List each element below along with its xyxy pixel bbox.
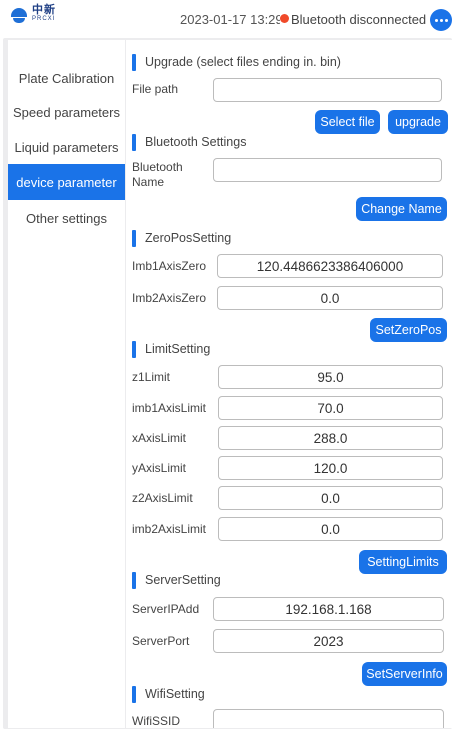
sidebar-item-speed-parameters[interactable]: Speed parameters <box>8 94 125 130</box>
logo-cn-text: 中新 <box>32 4 56 16</box>
imb1-axis-limit-label: imb1AxisLimit <box>132 401 207 415</box>
section-marker-icon <box>132 685 136 703</box>
server-port-input[interactable]: 2023 <box>213 629 444 653</box>
x-axis-limit-label: xAxisLimit <box>132 431 187 445</box>
change-name-button[interactable]: Change Name <box>356 197 447 221</box>
imb2-axis-zero-label: Imb2AxisZero <box>132 291 207 305</box>
logo-icon <box>10 6 28 24</box>
set-zero-pos-button[interactable]: SetZeroPos <box>370 318 447 342</box>
sidebar-item-liquid-parameters[interactable]: Liquid parameters <box>8 129 125 165</box>
imb1-axis-limit-input[interactable]: 70.0 <box>218 396 443 420</box>
z1-limit-label: z1Limit <box>132 370 171 384</box>
section-marker-icon <box>132 133 136 151</box>
wifi-ssid-label: WifiSSID <box>132 714 180 728</box>
bluetooth-section-title: Bluetooth Settings <box>145 135 247 149</box>
imb2-axis-limit-label: imb2AxisLimit <box>132 522 207 536</box>
select-file-button[interactable]: Select file <box>315 110 380 134</box>
top-status-bar: 中新 PRCXI 2023-01-17 13:29:3 Bluetooth di… <box>0 0 455 34</box>
app-logo: 中新 PRCXI <box>10 4 56 24</box>
z2-axis-limit-label: z2AxisLimit <box>132 491 193 505</box>
sidebar-item-other-settings[interactable]: Other settings <box>8 200 125 236</box>
sidebar-item-device-parameter[interactable]: device parameter <box>8 164 125 200</box>
setting-limits-button[interactable]: SettingLimits <box>359 550 447 574</box>
bluetooth-name-label-line1: Bluetooth <box>132 160 183 174</box>
section-marker-icon <box>132 53 136 71</box>
x-axis-limit-input[interactable]: 288.0 <box>218 426 443 450</box>
wifi-section-title: WifiSetting <box>145 687 205 701</box>
server-port-label: ServerPort <box>132 634 190 648</box>
upgrade-button[interactable]: upgrade <box>388 110 448 134</box>
imb2-axis-limit-input[interactable]: 0.0 <box>218 517 443 541</box>
wifi-section-header: WifiSetting <box>132 684 205 704</box>
file-path-input[interactable] <box>213 78 442 102</box>
server-section-header: ServerSetting <box>132 570 221 590</box>
bluetooth-status-dot-icon <box>280 14 289 23</box>
logo-en-text: PRCXI <box>32 16 56 22</box>
y-axis-limit-input[interactable]: 120.0 <box>218 456 443 480</box>
server-ip-label: ServerIPAdd <box>132 602 200 616</box>
server-section-title: ServerSetting <box>145 573 221 587</box>
main-panel: Plate Calibration Speed parameters Liqui… <box>3 38 452 729</box>
set-server-info-button[interactable]: SetServerInfo <box>362 662 447 686</box>
imb1-axis-zero-input[interactable]: 120.4486623386406000 <box>217 254 443 278</box>
y-axis-limit-label: yAxisLimit <box>132 461 187 475</box>
bluetooth-section-header: Bluetooth Settings <box>132 132 246 152</box>
bluetooth-status-text: Bluetooth disconnected <box>291 12 427 27</box>
section-marker-icon <box>132 229 136 247</box>
bluetooth-name-input[interactable] <box>213 158 442 182</box>
imb2-axis-zero-input[interactable]: 0.0 <box>217 286 443 310</box>
limit-section-title: LimitSetting <box>145 342 211 356</box>
z2-axis-limit-input[interactable]: 0.0 <box>218 486 443 510</box>
wifi-ssid-input[interactable] <box>213 709 444 728</box>
bluetooth-name-label-line2: Name <box>132 175 165 189</box>
limit-section-header: LimitSetting <box>132 339 210 359</box>
section-marker-icon <box>132 340 136 358</box>
file-path-label: File path <box>132 82 179 96</box>
zero-pos-section-title: ZeroPosSetting <box>145 231 232 245</box>
z1-limit-input[interactable]: 95.0 <box>218 365 443 389</box>
datetime-text: 2023-01-17 13:29:3 <box>180 12 280 27</box>
upgrade-section-header: Upgrade (select files ending in. bin) <box>132 52 341 72</box>
imb1-axis-zero-label: Imb1AxisZero <box>132 259 207 273</box>
upgrade-section-title: Upgrade (select files ending in. bin) <box>145 55 341 69</box>
sidebar-item-plate-calibration[interactable]: Plate Calibration <box>8 60 125 96</box>
section-marker-icon <box>132 571 136 589</box>
zero-pos-section-header: ZeroPosSetting <box>132 228 231 248</box>
settings-content: Upgrade (select files ending in. bin) Fi… <box>126 40 452 728</box>
more-horizontal-icon <box>434 18 438 22</box>
sidebar: Plate Calibration Speed parameters Liqui… <box>8 40 125 728</box>
server-ip-input[interactable]: 192.168.1.168 <box>213 597 444 621</box>
more-options-button[interactable] <box>430 9 452 31</box>
